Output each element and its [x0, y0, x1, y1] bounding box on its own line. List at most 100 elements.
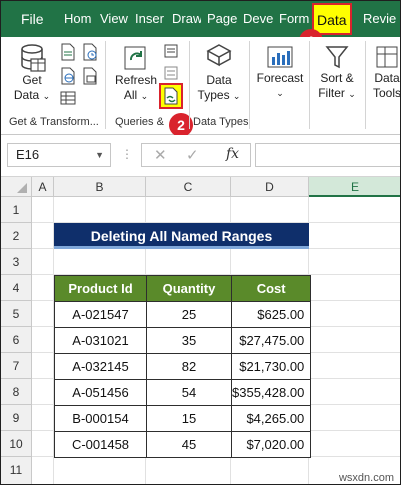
forecast-label: Forecast [256, 71, 304, 85]
group-label-data-types: Data Types [193, 116, 249, 128]
row-header-11[interactable]: 11 [1, 457, 32, 484]
column-header-a[interactable]: A [32, 177, 54, 197]
from-table-icon[interactable] [59, 89, 77, 107]
database-icon [21, 44, 46, 72]
header-product-id[interactable]: Product Id [54, 275, 147, 302]
existing-connections-icon[interactable] [81, 67, 99, 85]
row-header-7[interactable]: 7 [1, 353, 32, 379]
from-web-icon[interactable] [59, 67, 77, 85]
get-data-label-2: Data ⌄ [13, 88, 51, 102]
column-header-d[interactable]: D [231, 177, 309, 197]
insert-function-icon[interactable]: fx [226, 146, 239, 162]
drag-handle-icon[interactable]: ⋮ [121, 147, 133, 161]
cancel-icon[interactable]: ✕ [154, 146, 167, 164]
refresh-all-label-1: Refresh [114, 73, 158, 87]
select-all-icon [17, 183, 27, 193]
cell-quantity[interactable]: 15 [146, 405, 232, 432]
forecast-icon [267, 46, 293, 68]
row-header-9[interactable]: 9 [1, 405, 32, 431]
data-types-label-2: Types ⌄ [197, 88, 241, 102]
watermark: wsxdn.com [338, 472, 394, 484]
forecast-button[interactable]: Forecast ⌄ [253, 43, 307, 101]
row-header-5[interactable]: 5 [1, 301, 32, 327]
group-separator [249, 41, 250, 129]
data-types-label-1: Data [206, 73, 232, 87]
table-row: A-021547 25 $625.00 [54, 301, 312, 328]
ribbon-body: Get Data ⌄ Refresh All ⌄ 2 Data Types ⌄ … [1, 37, 400, 137]
tab-view[interactable]: View [100, 1, 129, 37]
refresh-all-label-2: All ⌄ [123, 88, 149, 102]
cell-product-id[interactable]: A-051456 [54, 379, 147, 406]
formula-bar: E16 ▼ ⋮ ✕ ✓ fx [1, 135, 400, 177]
chevron-down-icon[interactable]: ▼ [95, 144, 104, 166]
row-header-2[interactable]: 2 [1, 223, 32, 249]
table-row: C-001458 45 $7,020.00 [54, 431, 312, 458]
get-data-button[interactable]: Get Data ⌄ [11, 43, 53, 104]
tab-home[interactable]: Hom [64, 1, 94, 37]
cell-cost[interactable]: $27,475.00 [230, 327, 312, 354]
data-types-button[interactable]: Data Types ⌄ [195, 43, 243, 104]
sort-filter-button[interactable]: Sort & Filter ⌄ [313, 43, 361, 102]
tab-page-layout[interactable]: Page [207, 1, 237, 37]
cell-quantity[interactable]: 82 [146, 353, 232, 380]
table-row: A-032145 82 $21,730.00 [54, 353, 312, 380]
chevron-down-icon: ⌄ [140, 91, 149, 101]
row-header-6[interactable]: 6 [1, 327, 32, 353]
row-header-3[interactable]: 3 [1, 249, 32, 275]
tab-draw[interactable]: Draw [172, 1, 201, 37]
cell-quantity[interactable]: 35 [146, 327, 232, 354]
edit-links-highlight[interactable] [159, 83, 183, 109]
cell-product-id[interactable]: A-021547 [54, 301, 147, 328]
formula-input[interactable] [255, 143, 400, 167]
name-box-value: E16 [16, 147, 40, 162]
cell-cost[interactable]: $7,020.00 [230, 431, 312, 458]
tab-developer[interactable]: Deve [243, 1, 274, 37]
data-tools-button[interactable]: Data Tools [369, 43, 400, 101]
recent-sources-icon[interactable] [81, 43, 99, 61]
refresh-all-button[interactable]: Refresh All ⌄ [113, 43, 159, 104]
table-row: B-000154 15 $4,265.00 [54, 405, 312, 432]
product-table: Product Id Quantity Cost A-021547 25 $62… [54, 275, 312, 458]
select-all-corner[interactable] [1, 177, 32, 197]
header-quantity[interactable]: Quantity [146, 275, 232, 302]
row-header-10[interactable]: 10 [1, 431, 32, 457]
cell-quantity[interactable]: 45 [146, 431, 232, 458]
column-header-e[interactable]: E [309, 177, 400, 197]
header-cost[interactable]: Cost [230, 275, 312, 302]
tab-insert[interactable]: Inser [135, 1, 166, 37]
group-label-queries: Queries & [115, 116, 164, 128]
cell-quantity[interactable]: 54 [146, 379, 232, 406]
data-types-icon [206, 44, 232, 67]
ribbon-tab-bar: File Hom View Inser Draw Page Deve Form … [1, 1, 400, 37]
cell-cost[interactable]: $4,265.00 [230, 405, 312, 432]
row-header-1[interactable]: 1 [1, 197, 32, 223]
from-text-icon[interactable] [59, 43, 77, 61]
properties-icon[interactable] [163, 65, 179, 81]
formula-controls: ✕ ✓ fx [141, 143, 251, 167]
cell-product-id[interactable]: B-000154 [54, 405, 147, 432]
row-header-8[interactable]: 8 [1, 379, 32, 405]
group-separator [105, 41, 106, 129]
cell-quantity[interactable]: 25 [146, 301, 232, 328]
tab-review[interactable]: Revie [363, 1, 400, 37]
sheet-title-cell[interactable]: Deleting All Named Ranges [54, 223, 309, 249]
tab-data[interactable]: Data [312, 3, 352, 35]
cell-product-id[interactable]: A-032145 [54, 353, 147, 380]
cell-product-id[interactable]: A-031021 [54, 327, 147, 354]
get-data-label-1: Get [22, 73, 42, 87]
queries-connections-icon[interactable] [163, 43, 179, 59]
row-header-4[interactable]: 4 [1, 275, 32, 301]
tab-file[interactable]: File [21, 1, 45, 37]
cell-product-id[interactable]: C-001458 [54, 431, 147, 458]
column-header-b[interactable]: B [54, 177, 146, 197]
cell-cost[interactable]: $625.00 [230, 301, 312, 328]
enter-check-icon[interactable]: ✓ [186, 146, 199, 164]
name-box[interactable]: E16 ▼ [7, 143, 111, 167]
column-header-c[interactable]: C [146, 177, 231, 197]
cell-cost[interactable]: $355,428.00 [230, 379, 312, 406]
table-header-row: Product Id Quantity Cost [54, 275, 312, 302]
filter-icon [325, 46, 349, 69]
sort-filter-label-1: Sort & [320, 71, 354, 85]
group-label-get-transform: Get & Transform... [9, 116, 99, 128]
cell-cost[interactable]: $21,730.00 [230, 353, 312, 380]
